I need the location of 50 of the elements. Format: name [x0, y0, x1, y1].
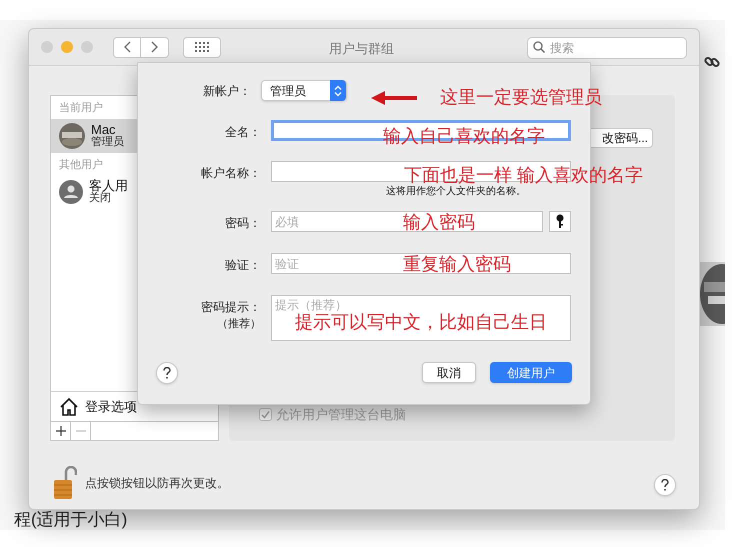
help-button[interactable]	[654, 474, 676, 496]
section-header: 当前用户	[58, 100, 104, 116]
checkbox-label: 允许用户管理这台电脑	[276, 406, 406, 424]
text-field[interactable]	[271, 161, 571, 182]
arrow	[371, 91, 417, 105]
annotation-text: 重复输入密码	[403, 253, 511, 275]
search-icon	[533, 41, 545, 53]
window-title: 用户与群组	[329, 40, 394, 58]
field-label: 密码提示：	[201, 299, 261, 316]
user-role: 关闭	[89, 192, 111, 205]
field-note: 这将用作您个人文件夹的名称。	[386, 184, 526, 199]
user-role: 管理员	[91, 136, 124, 148]
field-label: 新帐户：	[202, 82, 252, 100]
grid-button[interactable]	[183, 36, 221, 58]
page-caption: 程(适用于小白)	[14, 509, 128, 531]
account-type-select[interactable]: 管理员	[261, 80, 347, 101]
key-button[interactable]	[549, 211, 571, 232]
user-avatar-icon	[59, 180, 83, 204]
check-icon	[261, 410, 270, 420]
field-sublabel: （推荐）	[217, 316, 261, 332]
search-field[interactable]: 搜索	[527, 37, 687, 59]
open-lock-icon	[53, 466, 77, 500]
field-label: 密码：	[225, 215, 261, 232]
user-name: 客人用	[89, 179, 128, 192]
annotation-text: 这里一定要选管理员	[440, 86, 602, 108]
help-button[interactable]	[156, 362, 178, 384]
field-label: 验证：	[225, 257, 261, 274]
stepper-icon	[334, 84, 342, 96]
field-label: 帐户名称：	[201, 165, 261, 182]
plus-icon	[56, 426, 66, 436]
login-options[interactable]: 登录选项	[85, 396, 137, 416]
field-label: 全名：	[225, 124, 261, 141]
annotation-text: 输入密码	[403, 211, 475, 233]
forward-icon	[151, 41, 158, 53]
grid-icon	[195, 42, 209, 52]
link-icon	[704, 54, 720, 70]
help-icon	[661, 479, 669, 491]
lock-hint: 点按锁按钮以防再次更改。	[85, 475, 229, 492]
forward-button[interactable]	[141, 36, 169, 58]
house-icon	[59, 396, 79, 416]
user-name: Mac	[91, 122, 116, 136]
back-button[interactable]	[113, 36, 141, 58]
create-user-button[interactable]: 创建用户	[490, 362, 572, 383]
annotation-text: 下面也是一样 输入喜欢的名字	[404, 164, 644, 186]
annotation-text: 提示可以写中文，比如自己生日	[295, 311, 547, 333]
back-icon	[124, 41, 130, 53]
help-icon	[163, 367, 171, 379]
cancel-button[interactable]: 取消	[422, 362, 476, 383]
key-icon	[556, 214, 564, 229]
section-header: 其他用户	[58, 158, 104, 172]
